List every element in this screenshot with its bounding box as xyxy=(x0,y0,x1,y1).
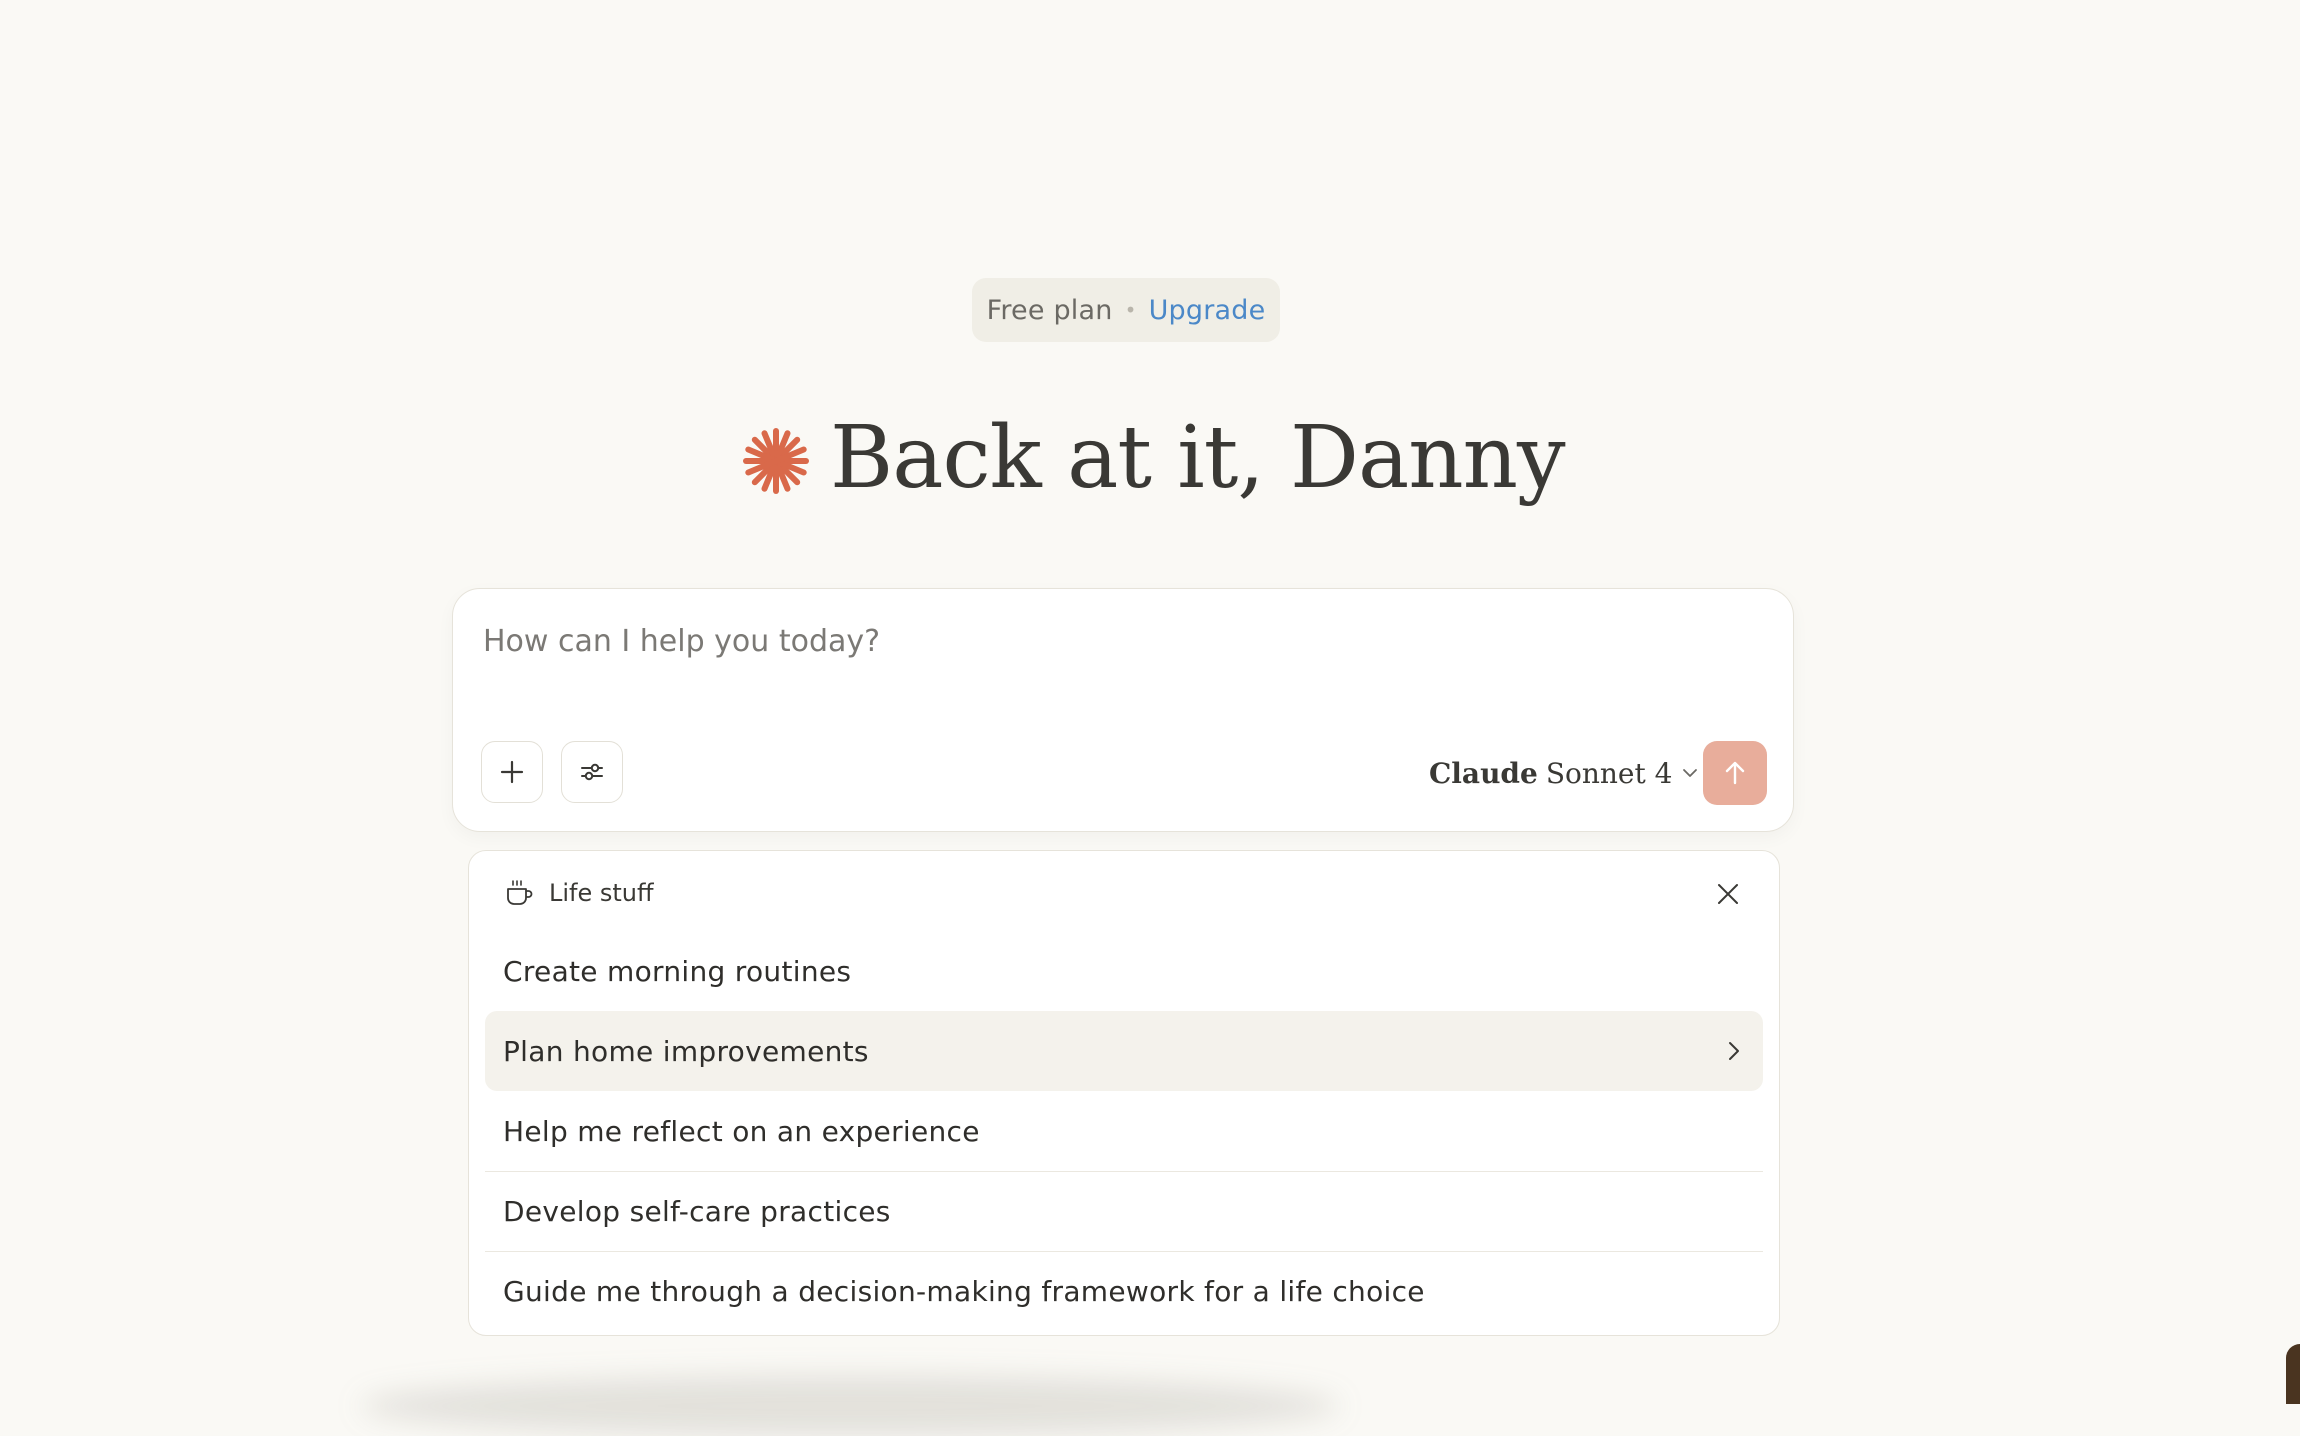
chevron-right-icon xyxy=(1729,1042,1739,1060)
suggestion-label: Plan home improvements xyxy=(503,1034,869,1068)
model-brand: Claude xyxy=(1429,756,1538,790)
coffee-cup-icon xyxy=(507,880,533,905)
suggestion-label: Create morning routines xyxy=(503,954,852,988)
chat-composer: Claude Sonnet 4 xyxy=(452,588,1794,832)
upgrade-link[interactable]: Upgrade xyxy=(1149,295,1266,326)
plan-badge: Free plan • Upgrade xyxy=(972,278,1280,342)
suggestion-label: Guide me through a decision-making frame… xyxy=(503,1275,1425,1308)
plan-separator: • xyxy=(1124,298,1137,322)
suggestions-header: Life stuff xyxy=(503,877,654,909)
arrow-up-icon xyxy=(1725,761,1745,785)
prompt-input[interactable] xyxy=(481,623,1765,660)
bottom-shadow xyxy=(360,1376,1340,1436)
suggestion-list: Create morning routines Plan home improv… xyxy=(485,955,1763,1331)
model-selector[interactable]: Claude Sonnet 4 xyxy=(1429,745,1700,801)
add-attachment-button[interactable] xyxy=(481,741,543,803)
suggestion-label: Help me reflect on an experience xyxy=(503,1114,980,1148)
close-icon xyxy=(1718,884,1738,904)
suggestion-item[interactable]: Create morning routines xyxy=(485,931,1763,1011)
spark-icon xyxy=(743,428,809,494)
suggestion-item[interactable]: Develop self-care practices xyxy=(485,1171,1763,1251)
greeting: Back at it, Danny xyxy=(740,398,1566,518)
suggestions-category: Life stuff xyxy=(549,879,654,907)
suggestion-label: Develop self-care practices xyxy=(503,1195,891,1228)
greeting-title: Back at it, Danny xyxy=(830,408,1566,508)
sliders-icon xyxy=(581,763,603,781)
send-button[interactable] xyxy=(1703,741,1767,805)
tools-button[interactable] xyxy=(561,741,623,803)
close-suggestions-button[interactable] xyxy=(1711,877,1745,911)
plan-label: Free plan xyxy=(986,294,1113,326)
suggestions-panel: Life stuff Create morning routines Plan … xyxy=(468,850,1780,1336)
suggestion-item[interactable]: Help me reflect on an experience xyxy=(485,1091,1763,1171)
suggestion-item[interactable]: Plan home improvements xyxy=(485,1011,1763,1091)
chevron-down-icon xyxy=(1683,769,1698,777)
window-corner-edge xyxy=(2286,1344,2300,1404)
plus-icon xyxy=(500,760,524,784)
suggestion-item[interactable]: Guide me through a decision-making frame… xyxy=(485,1251,1763,1331)
model-name: Sonnet 4 xyxy=(1545,756,1673,790)
